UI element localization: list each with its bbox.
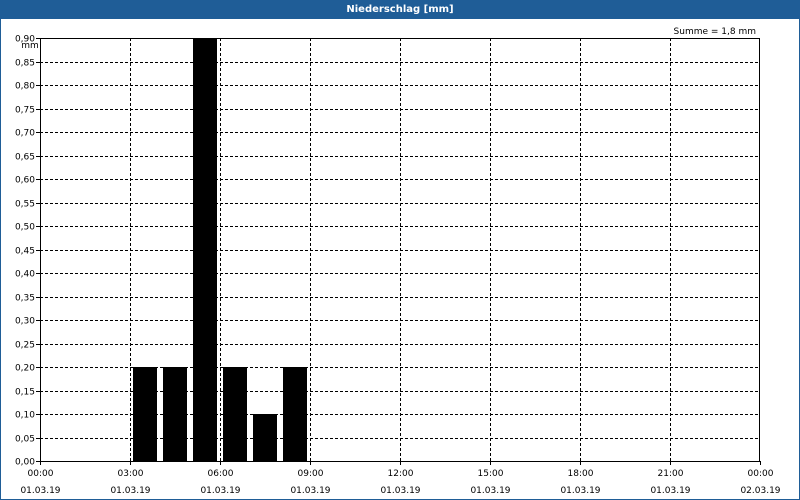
x-tick-time-label: 15:00 bbox=[478, 469, 504, 479]
x-tick-time-label: 06:00 bbox=[208, 469, 234, 479]
y-tick-label: 0,35 bbox=[15, 294, 35, 304]
x-tick-time-label: 18:00 bbox=[568, 469, 594, 479]
y-tick-label: 0,50 bbox=[15, 223, 35, 233]
y-tick-label: 0,45 bbox=[15, 247, 35, 257]
x-tick-date-label: 01.03.19 bbox=[650, 486, 690, 496]
x-tick-time-label: 12:00 bbox=[388, 469, 414, 479]
y-tick-label: 0,40 bbox=[15, 270, 35, 280]
bar bbox=[223, 367, 247, 461]
y-tick-label: 0,20 bbox=[15, 364, 35, 374]
y-tick-label: 0,65 bbox=[15, 153, 35, 163]
bar bbox=[193, 38, 217, 461]
y-tick-label: 0,05 bbox=[15, 435, 35, 445]
y-tick-label: 0,75 bbox=[15, 106, 35, 116]
x-tick-date-label: 01.03.19 bbox=[470, 486, 510, 496]
x-tick-time-label: 03:00 bbox=[118, 469, 144, 479]
x-axis-ticks: 00:00 01.03.19 03:00 01.03.19 06:00 01.03.19 0… bbox=[20, 461, 781, 496]
y-tick-label: 0,80 bbox=[15, 82, 35, 92]
x-tick-date-label: 01.03.19 bbox=[560, 486, 600, 496]
sum-label: Summe = 1,8 mm bbox=[674, 27, 756, 37]
x-tick-date-label: 01.03.19 bbox=[380, 486, 420, 496]
y-tick-label: 0,15 bbox=[15, 388, 35, 398]
x-tick-time-label: 21:00 bbox=[658, 469, 684, 479]
bar bbox=[163, 367, 187, 461]
bar bbox=[133, 367, 157, 461]
x-tick-date-label: 01.03.19 bbox=[110, 486, 150, 496]
x-tick-date-label: 02.03.19 bbox=[740, 486, 780, 496]
bar bbox=[283, 367, 307, 461]
y-tick-label: 0,85 bbox=[15, 59, 35, 69]
y-tick-label: 0,00 bbox=[15, 458, 35, 468]
y-axis-unit-label: mm bbox=[21, 41, 39, 51]
y-tick-label: 0,30 bbox=[15, 317, 35, 327]
y-tick-label: 0,60 bbox=[15, 176, 35, 186]
x-tick-date-label: 01.03.19 bbox=[200, 486, 240, 496]
x-tick-time-label: 00:00 bbox=[28, 469, 54, 479]
x-tick-time-label: 00:00 bbox=[748, 469, 774, 479]
y-tick-label: 0,10 bbox=[15, 411, 35, 421]
bar bbox=[253, 414, 277, 461]
x-tick-time-label: 09:00 bbox=[298, 469, 324, 479]
y-tick-label: 0,70 bbox=[15, 129, 35, 139]
x-tick-date-label: 01.03.19 bbox=[290, 486, 330, 496]
precipitation-chart: 0,00 0,05 0,10 0,15 0,20 0,25 0,30 0,35 0,40 0,45… bbox=[15, 27, 781, 496]
y-tick-label: 0,25 bbox=[15, 341, 35, 351]
y-axis-ticks: 0,00 0,05 0,10 0,15 0,20 0,25 0,30 0,35 0,40 0,45… bbox=[15, 35, 40, 468]
x-tick-date-label: 01.03.19 bbox=[20, 486, 60, 496]
y-tick-label: 0,55 bbox=[15, 200, 35, 210]
